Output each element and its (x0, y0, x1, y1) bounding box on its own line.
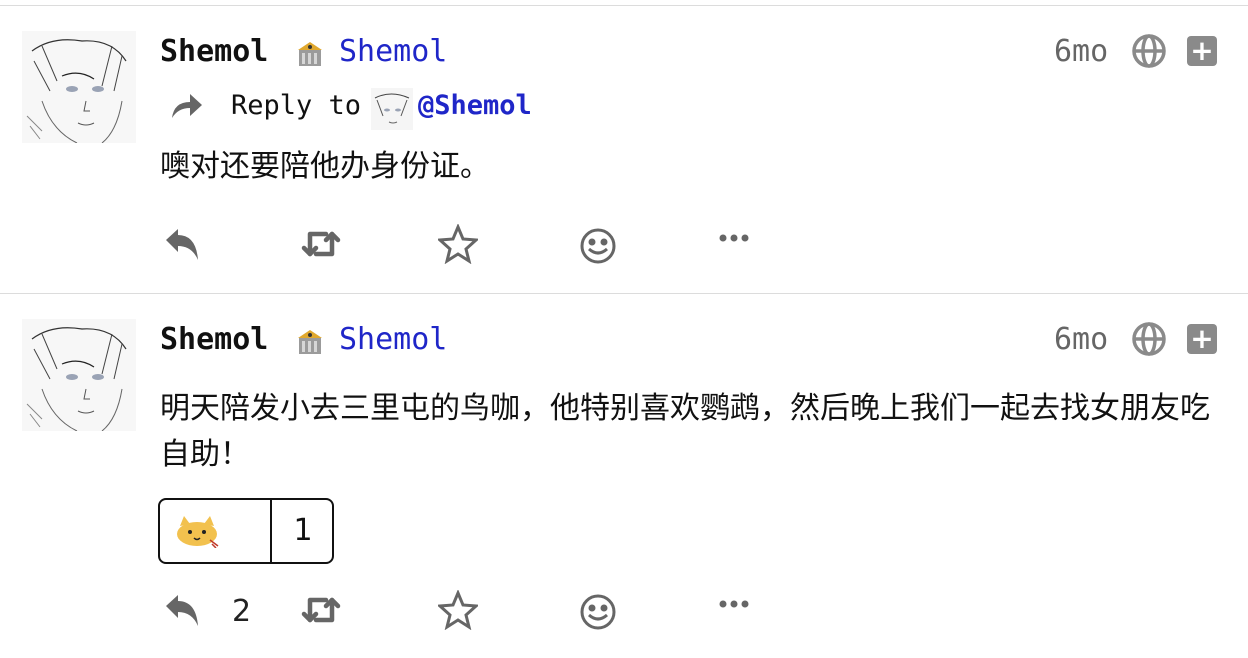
building-emoji-icon (296, 326, 324, 356)
timestamp[interactable]: 6mo (1054, 322, 1108, 358)
mini-avatar (371, 88, 413, 130)
star-icon[interactable] (438, 224, 478, 268)
reply-count: 2 (232, 594, 252, 629)
display-name[interactable]: Shemol (160, 34, 268, 70)
avatar[interactable] (22, 31, 136, 143)
reaction-count: 1 (293, 513, 313, 548)
globe-icon[interactable] (1131, 33, 1167, 69)
reaction-chip[interactable]: 1 (158, 498, 334, 564)
expand-plus-icon[interactable]: + (1187, 324, 1217, 354)
more-icon[interactable] (718, 590, 752, 634)
action-bar (160, 224, 780, 268)
post-1: Shemol Shemol 6mo + Reply to @Shemol 噢对还… (0, 0, 1248, 293)
globe-icon[interactable] (1131, 321, 1167, 357)
handle-link[interactable]: Shemol (339, 34, 447, 70)
action-bar: 2 (160, 590, 780, 634)
reply-icon[interactable] (162, 224, 202, 268)
expand-plus-icon[interactable]: + (1187, 36, 1217, 66)
post-2: Shemol Shemol 6mo + 明天陪发小去三里屯的鸟咖，他特别喜欢鹦鹉… (0, 294, 1248, 658)
post-content: 噢对还要陪他办身份证。 (160, 149, 490, 184)
emoji-icon[interactable] (578, 590, 618, 634)
post-content: 明天陪发小去三里屯的鸟咖，他特别喜欢鹦鹉，然后晚上我们一起去找女朋友吃自助！ (160, 391, 1210, 472)
star-icon[interactable] (438, 590, 478, 634)
building-emoji-icon (296, 38, 324, 68)
avatar[interactable] (22, 319, 136, 431)
boost-icon[interactable] (300, 224, 342, 268)
timestamp[interactable]: 6mo (1054, 34, 1108, 70)
cat-emoji-icon (174, 514, 220, 549)
boost-icon[interactable] (300, 590, 342, 634)
reply-icon[interactable] (162, 590, 202, 634)
more-icon[interactable] (718, 224, 752, 268)
display-name[interactable]: Shemol (160, 322, 268, 358)
handle-link[interactable]: Shemol (339, 322, 447, 358)
reply-to-label: Reply to (231, 90, 362, 121)
emoji-icon[interactable] (578, 224, 618, 268)
reply-handle-link[interactable]: @Shemol (418, 88, 532, 124)
reply-arrow-icon (170, 90, 204, 120)
